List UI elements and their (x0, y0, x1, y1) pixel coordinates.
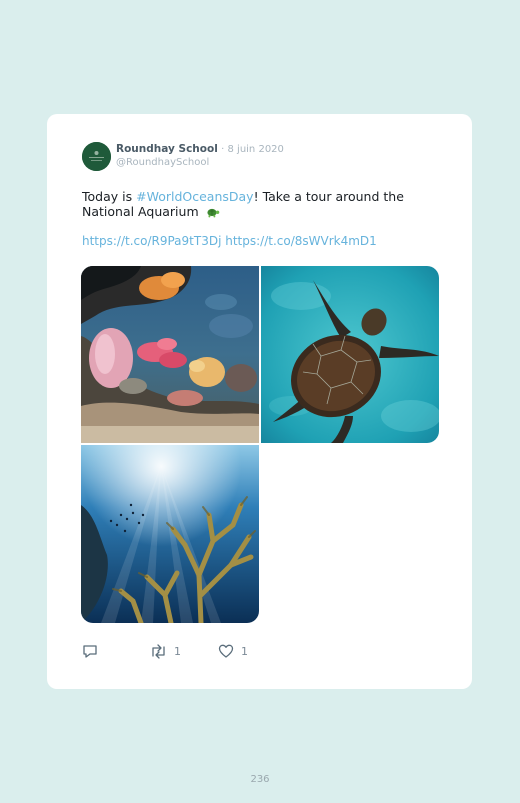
tweet-text: Today is #WorldOceansDay! Take a tour ar… (82, 189, 412, 221)
tweet-text-start: Today is (82, 189, 137, 204)
retweet-button[interactable]: 1 (150, 644, 181, 659)
author-name[interactable]: Roundhay School (116, 143, 218, 155)
author-line: Roundhay School · 8 juin 2020 (116, 143, 284, 155)
sea-turtle-photo[interactable] (261, 266, 439, 443)
coral-reef-photo[interactable] (81, 266, 259, 443)
underwater-coral-photo[interactable] (81, 445, 259, 623)
tweet-card: Roundhay School · 8 juin 2020 @RoundhayS… (47, 114, 472, 689)
reply-icon (82, 644, 98, 659)
tweet-date[interactable]: · 8 juin 2020 (221, 144, 284, 155)
page-number: 236 (250, 774, 270, 785)
heart-icon (218, 644, 234, 658)
retweet-count: 1 (174, 645, 181, 658)
retweet-icon (150, 644, 167, 659)
tweet-link-1[interactable]: https://t.co/R9Pa9tT3Dj (82, 234, 221, 248)
reply-button[interactable] (82, 644, 98, 659)
tweet-links: https://t.co/R9Pa9tT3Dj https://t.co/8sW… (82, 234, 377, 248)
turtle-emoji-icon (205, 206, 220, 221)
author-handle[interactable]: @RoundhaySchool (116, 157, 209, 168)
avatar[interactable] (82, 142, 111, 171)
like-button[interactable]: 1 (218, 644, 248, 658)
like-count: 1 (241, 644, 248, 658)
tweet-link-2[interactable]: https://t.co/8sWVrk4mD1 (225, 234, 377, 248)
hashtag-link[interactable]: #WorldOceansDay (136, 189, 253, 204)
